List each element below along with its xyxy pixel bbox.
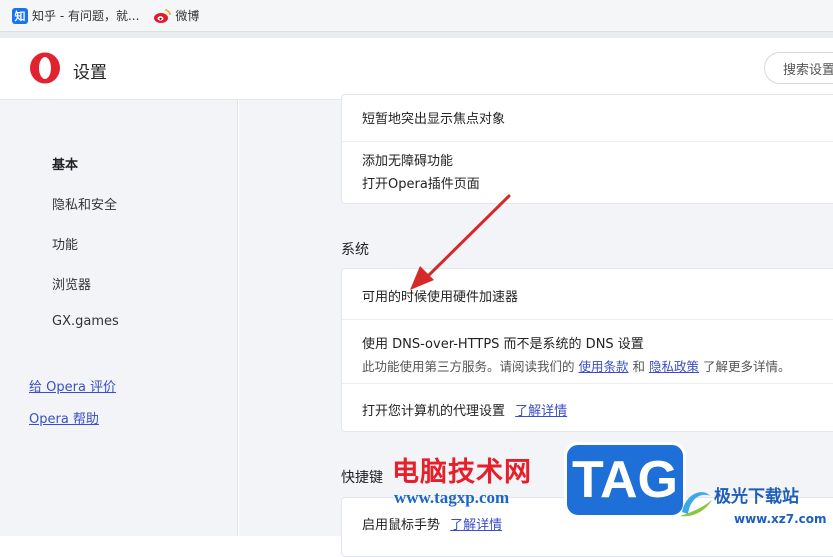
watermark-tag-logo: TAG [564,442,686,518]
jiguang-logo-icon [676,482,714,522]
watermark: 电脑技术网 www.tagxp.com TAG 极光下载站 www.xz7.co… [384,442,833,536]
watermark-jiguang-url: www.xz7.com [734,512,827,526]
watermark-url: www.tagxp.com [394,488,510,507]
watermark-cn-text: 电脑技术网 [392,457,532,488]
watermark-jiguang-text: 极光下载站 [714,487,799,507]
